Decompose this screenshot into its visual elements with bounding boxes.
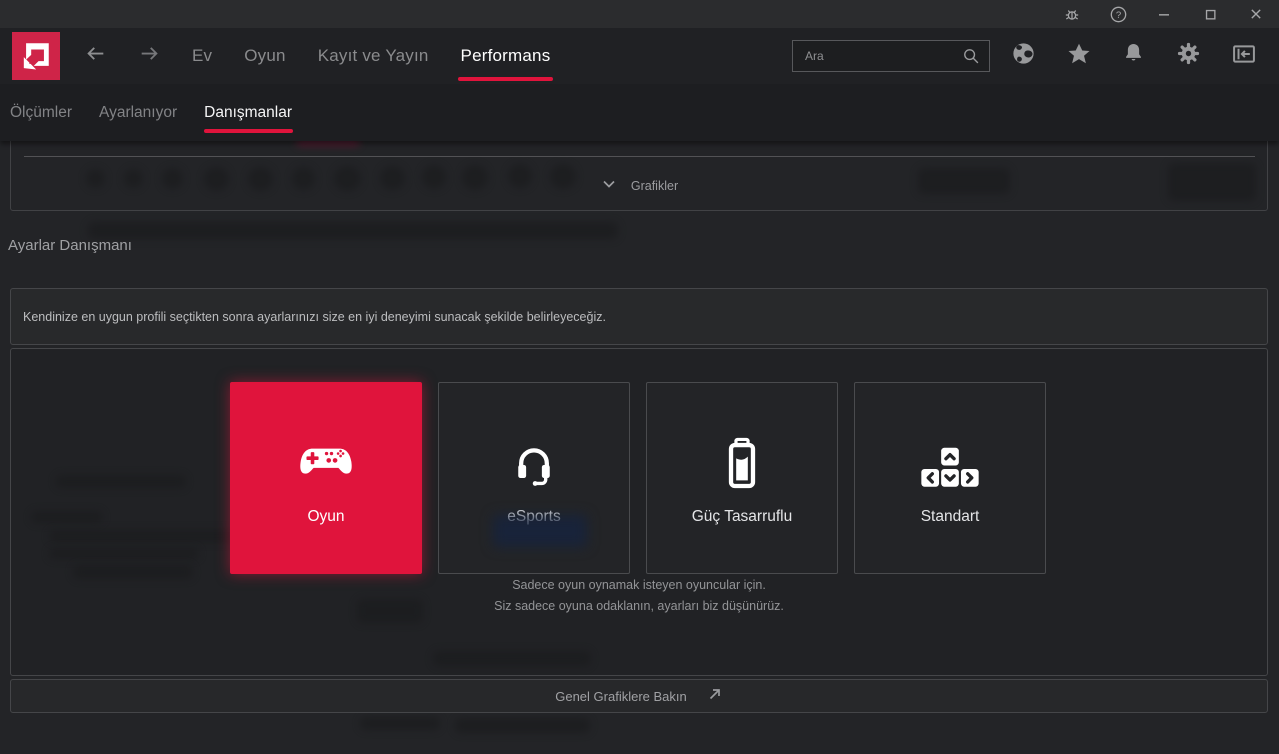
back-button[interactable]	[82, 43, 108, 69]
minimize-icon	[1154, 4, 1174, 24]
settings-button[interactable]	[1161, 28, 1216, 84]
dock-panel-button[interactable]	[1216, 28, 1271, 84]
graphics-panel-label: Grafikler	[630, 179, 679, 193]
general-graphics-link-label: Genel Grafiklere Bakın	[555, 688, 687, 704]
advisor-intro-text: Kendinize en uygun profili seçtikten son…	[23, 309, 606, 324]
profile-card-label: Güç Tasarruflu	[691, 508, 793, 525]
navbar-icon-group	[996, 28, 1271, 84]
bell-icon	[1120, 40, 1147, 72]
graphics-expand-button[interactable]: Grafikler	[0, 174, 1279, 198]
main-navbar: Ev Oyun Kayıt ve Yayın Performans	[0, 28, 1279, 84]
performance-subnav: Ölçümler Ayarlanıyor Danışmanlar	[0, 84, 1279, 141]
subnav-tab-advisors[interactable]: Danışmanlar	[204, 84, 293, 141]
dimmed-background-content	[56, 475, 186, 488]
chevron-down-icon	[601, 176, 617, 197]
battery-icon	[716, 430, 768, 492]
close-icon	[1246, 4, 1266, 24]
profile-card-esports[interactable]: eSports	[438, 382, 630, 574]
dimmed-background-content	[49, 530, 239, 542]
external-link-arrow-icon	[707, 686, 723, 707]
search-icon	[960, 45, 982, 72]
forward-button[interactable]	[136, 43, 162, 69]
dimmed-background-content	[73, 565, 193, 579]
notifications-button[interactable]	[1106, 28, 1161, 84]
headset-icon	[507, 430, 561, 492]
star-icon	[1065, 40, 1093, 73]
dimmed-background-content	[49, 548, 199, 559]
dimmed-background-content	[455, 718, 590, 733]
nav-tab-gaming[interactable]: Oyun	[244, 28, 285, 84]
help-icon: ?	[1108, 4, 1129, 25]
dimmed-background-content	[433, 651, 591, 666]
profile-card-label: Oyun	[307, 508, 345, 525]
bug-report-button[interactable]	[1049, 0, 1095, 28]
dimmed-background-content	[88, 222, 618, 239]
gamepad-icon	[293, 430, 359, 492]
dimmed-background-content	[360, 717, 440, 730]
nav-tab-performance[interactable]: Performans	[457, 28, 554, 84]
divider	[24, 156, 1255, 157]
minimize-button[interactable]	[1141, 0, 1187, 28]
arrow-right-icon	[137, 41, 162, 71]
amd-arrow-mark	[23, 43, 49, 70]
amd-logo	[12, 32, 60, 80]
nav-tab-record-stream[interactable]: Kayıt ve Yayın	[318, 28, 429, 84]
general-graphics-link-row[interactable]: Genel Grafiklere Bakın	[10, 679, 1268, 713]
maximize-button[interactable]	[1187, 0, 1233, 28]
profile-card-power-saving[interactable]: Güç Tasarruflu	[646, 382, 838, 574]
profile-description-line2: Siz sadece oyuna odaklanın, ayarları biz…	[494, 599, 784, 613]
radeon-software-window: ? Ev Oyun Kayıt ve Yayın Performans Ara …	[0, 0, 1279, 754]
search-box	[792, 40, 990, 72]
profile-card-gaming[interactable]: Oyun	[230, 382, 422, 574]
nav-tab-home[interactable]: Ev	[192, 28, 212, 84]
profile-description-line1: Sadece oyun oynamak isteyen oyuncular iç…	[512, 578, 766, 592]
dock-panel-icon	[1230, 40, 1258, 73]
help-button[interactable]: ?	[1095, 0, 1141, 28]
dimmed-background-content	[31, 511, 103, 523]
favorites-button[interactable]	[1051, 28, 1106, 84]
main-nav-tabs: Ev Oyun Kayıt ve Yayın Performans	[192, 28, 554, 84]
profile-card-standard[interactable]: Standart	[854, 382, 1046, 574]
subnav-tab-metrics[interactable]: Ölçümler	[10, 84, 72, 141]
svg-text:?: ?	[1115, 10, 1120, 21]
globe-icon	[1010, 40, 1037, 72]
bug-icon	[1062, 4, 1082, 24]
titlebar: ?	[0, 0, 1279, 28]
close-button[interactable]	[1233, 0, 1279, 28]
gear-icon	[1175, 40, 1202, 72]
arrow-left-icon	[83, 41, 108, 71]
content-area: Grafikler Ayarlar Danışmanı Kendinize en…	[0, 141, 1279, 754]
advisor-intro-panel: Kendinize en uygun profili seçtikten son…	[10, 288, 1268, 345]
profile-card-label: eSports	[507, 508, 561, 525]
maximize-icon	[1201, 5, 1220, 24]
subnav-tab-tuning[interactable]: Ayarlanıyor	[99, 84, 177, 141]
profile-card-label: Standart	[920, 508, 980, 525]
profile-cards-panel: Oyun eSports Güç Tasarruflu Standart Sad…	[10, 348, 1268, 676]
section-title: Ayarlar Danışmanı	[8, 237, 132, 254]
arrow-keys-icon	[918, 430, 982, 492]
globe-button[interactable]	[996, 28, 1051, 84]
